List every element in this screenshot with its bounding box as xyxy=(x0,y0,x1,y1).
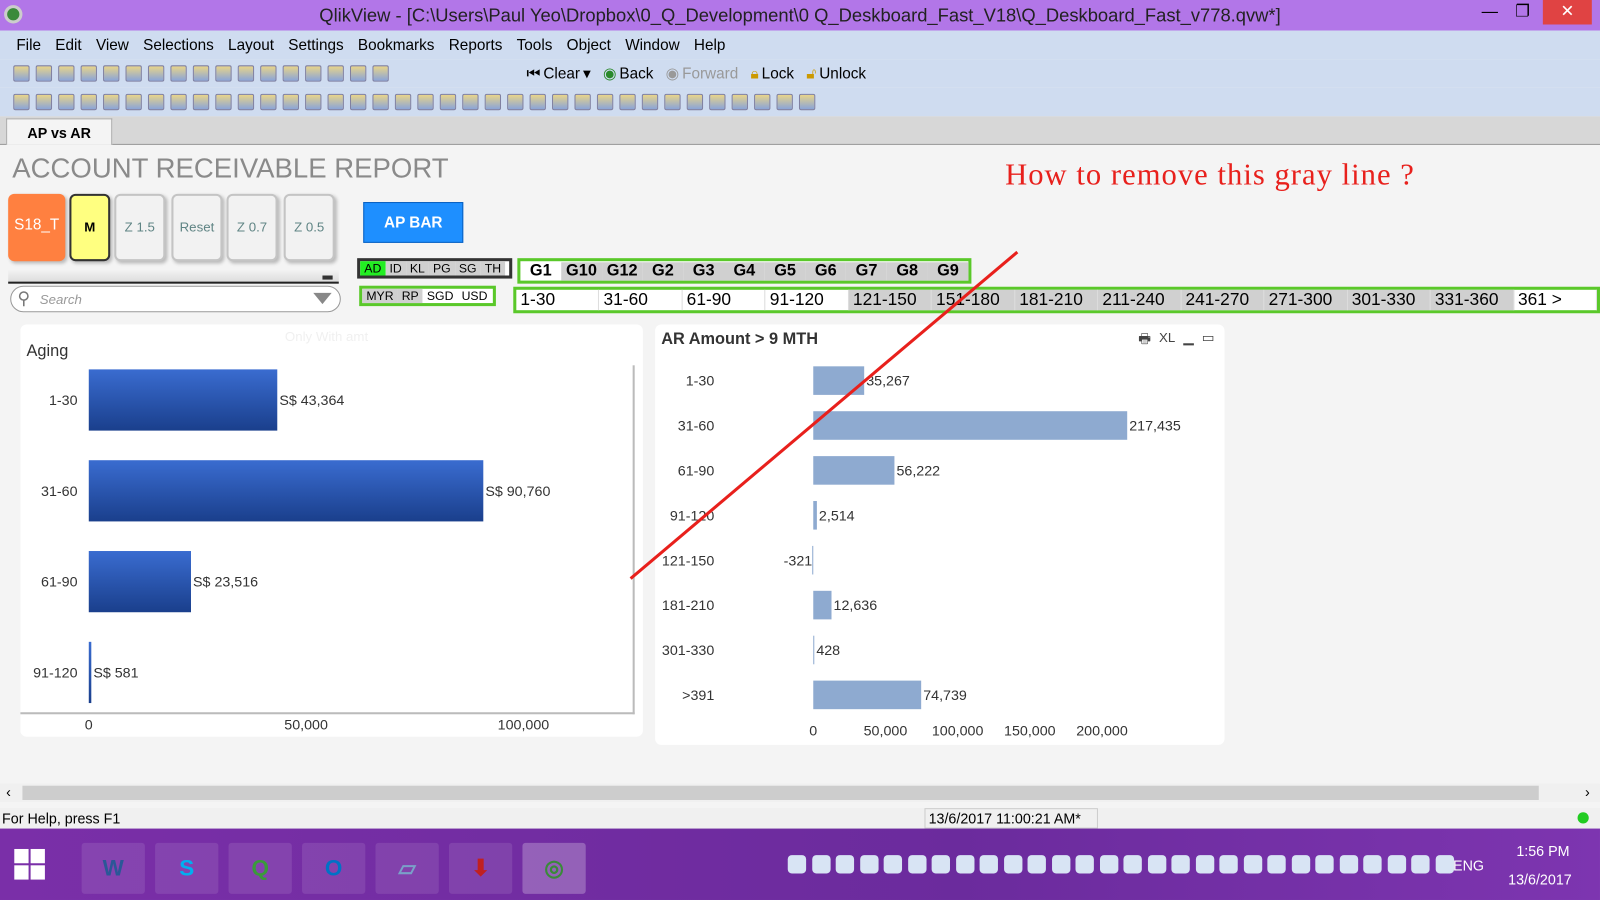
tray-icon[interactable] xyxy=(1435,855,1454,874)
taskbar-app-icon[interactable]: Q xyxy=(228,842,292,894)
scroll-left-icon[interactable]: ‹ xyxy=(6,784,11,800)
tray-icon[interactable] xyxy=(1243,855,1262,874)
windows-start-icon[interactable] xyxy=(14,848,45,880)
tray-icon[interactable] xyxy=(883,855,903,874)
tray-icon[interactable] xyxy=(955,855,974,874)
tray-icon[interactable] xyxy=(1171,855,1190,874)
language-indicator[interactable]: ENG xyxy=(1453,857,1484,873)
tray-icon[interactable] xyxy=(1315,855,1334,874)
scroll-right-icon[interactable]: › xyxy=(1585,784,1590,800)
category-label: 1-30 xyxy=(49,393,78,409)
button-z-0-5[interactable]: Z 0.5 xyxy=(283,193,335,262)
xl-export-icon[interactable]: XL xyxy=(1159,330,1175,352)
taskbar-app-icon[interactable]: ◎ xyxy=(522,842,586,894)
tray-icon[interactable] xyxy=(811,855,831,874)
qlikview-window: QlikView - [C:\Users\Paul Yeo\Dropbox\0_… xyxy=(0,0,1600,900)
status-indicator-icon xyxy=(1577,812,1589,824)
ar-9mth-chart: AR Amount > 9 MTH 🖶 XL ▁ ▭ xyxy=(655,324,1225,745)
clock-date[interactable]: 13/6/2017 xyxy=(1508,871,1572,887)
button-z-0-7[interactable]: Z 0.7 xyxy=(226,193,278,262)
chart-title: AR Amount > 9 MTH xyxy=(661,330,818,348)
data-label: S$ 90,760 xyxy=(485,484,550,500)
horizontal-scrollbar[interactable]: ‹ › xyxy=(0,783,1600,803)
tray-icon[interactable] xyxy=(979,855,998,874)
bar[interactable] xyxy=(88,369,278,431)
data-label: S$ 23,516 xyxy=(193,575,258,591)
taskbar-app-icon[interactable]: ⬇ xyxy=(448,842,513,894)
tray-icon[interactable] xyxy=(859,855,879,874)
status-bar: For Help, press F1 13/6/2017 11:00:21 AM… xyxy=(0,808,1600,829)
button-z-1-5[interactable]: Z 1.5 xyxy=(114,193,166,262)
status-timestamp: 13/6/2017 11:00:21 AM* xyxy=(924,808,1098,829)
x-tick-label: 100,000 xyxy=(498,718,550,734)
x-tick-label: 0 xyxy=(85,718,93,734)
tray-icon[interactable] xyxy=(907,855,927,874)
tray-icon[interactable] xyxy=(1027,855,1046,874)
taskbar-app-icon[interactable]: S xyxy=(155,842,219,894)
data-label: S$ 43,364 xyxy=(279,393,344,409)
x-tick-label: 50,000 xyxy=(284,718,328,734)
tray-icon[interactable] xyxy=(1147,855,1166,874)
tray-icon[interactable] xyxy=(1051,855,1070,874)
tray-icon[interactable] xyxy=(1387,855,1406,874)
bar[interactable] xyxy=(88,460,484,522)
taskbar-app-icon[interactable]: O xyxy=(302,842,366,894)
scroll-thumb[interactable] xyxy=(22,785,1539,800)
minimize-icon[interactable]: ▁ xyxy=(1183,330,1193,352)
category-label: 91-120 xyxy=(33,666,77,682)
category-label: 61-90 xyxy=(41,575,78,591)
tray-icon[interactable] xyxy=(1267,855,1286,874)
category-label: 31-60 xyxy=(41,484,78,500)
data-label: S$ 581 xyxy=(93,666,138,682)
clock-time[interactable]: 1:56 PM xyxy=(1516,843,1569,859)
tray-icon[interactable] xyxy=(1195,855,1214,874)
tray-icon[interactable] xyxy=(1075,855,1094,874)
tray-icon[interactable] xyxy=(1123,855,1142,874)
bar[interactable] xyxy=(88,641,92,704)
bar[interactable] xyxy=(88,551,191,613)
tray-icon[interactable] xyxy=(1219,855,1238,874)
tray-icon[interactable] xyxy=(1363,855,1382,874)
tray-icon[interactable] xyxy=(931,855,950,874)
button-s18-t[interactable]: S18_T xyxy=(8,193,66,262)
button-reset[interactable]: Reset xyxy=(171,193,223,262)
tray-icon[interactable] xyxy=(1003,855,1022,874)
maximize-icon[interactable]: ▭ xyxy=(1202,330,1215,352)
tray-icon[interactable] xyxy=(1291,855,1310,874)
tray-icon[interactable] xyxy=(835,855,855,874)
tray-icon[interactable] xyxy=(787,855,807,874)
button-m[interactable]: M xyxy=(69,193,111,262)
status-help: For Help, press F1 xyxy=(2,810,121,827)
print-icon[interactable]: 🖶 xyxy=(1138,330,1151,352)
tray-icon[interactable] xyxy=(1099,855,1118,874)
taskbar-app-icon[interactable]: ▱ xyxy=(375,842,439,894)
taskbar-app-icon[interactable]: W xyxy=(81,842,145,894)
tray-icon[interactable] xyxy=(1411,855,1430,874)
tray-icon[interactable] xyxy=(1339,855,1358,874)
